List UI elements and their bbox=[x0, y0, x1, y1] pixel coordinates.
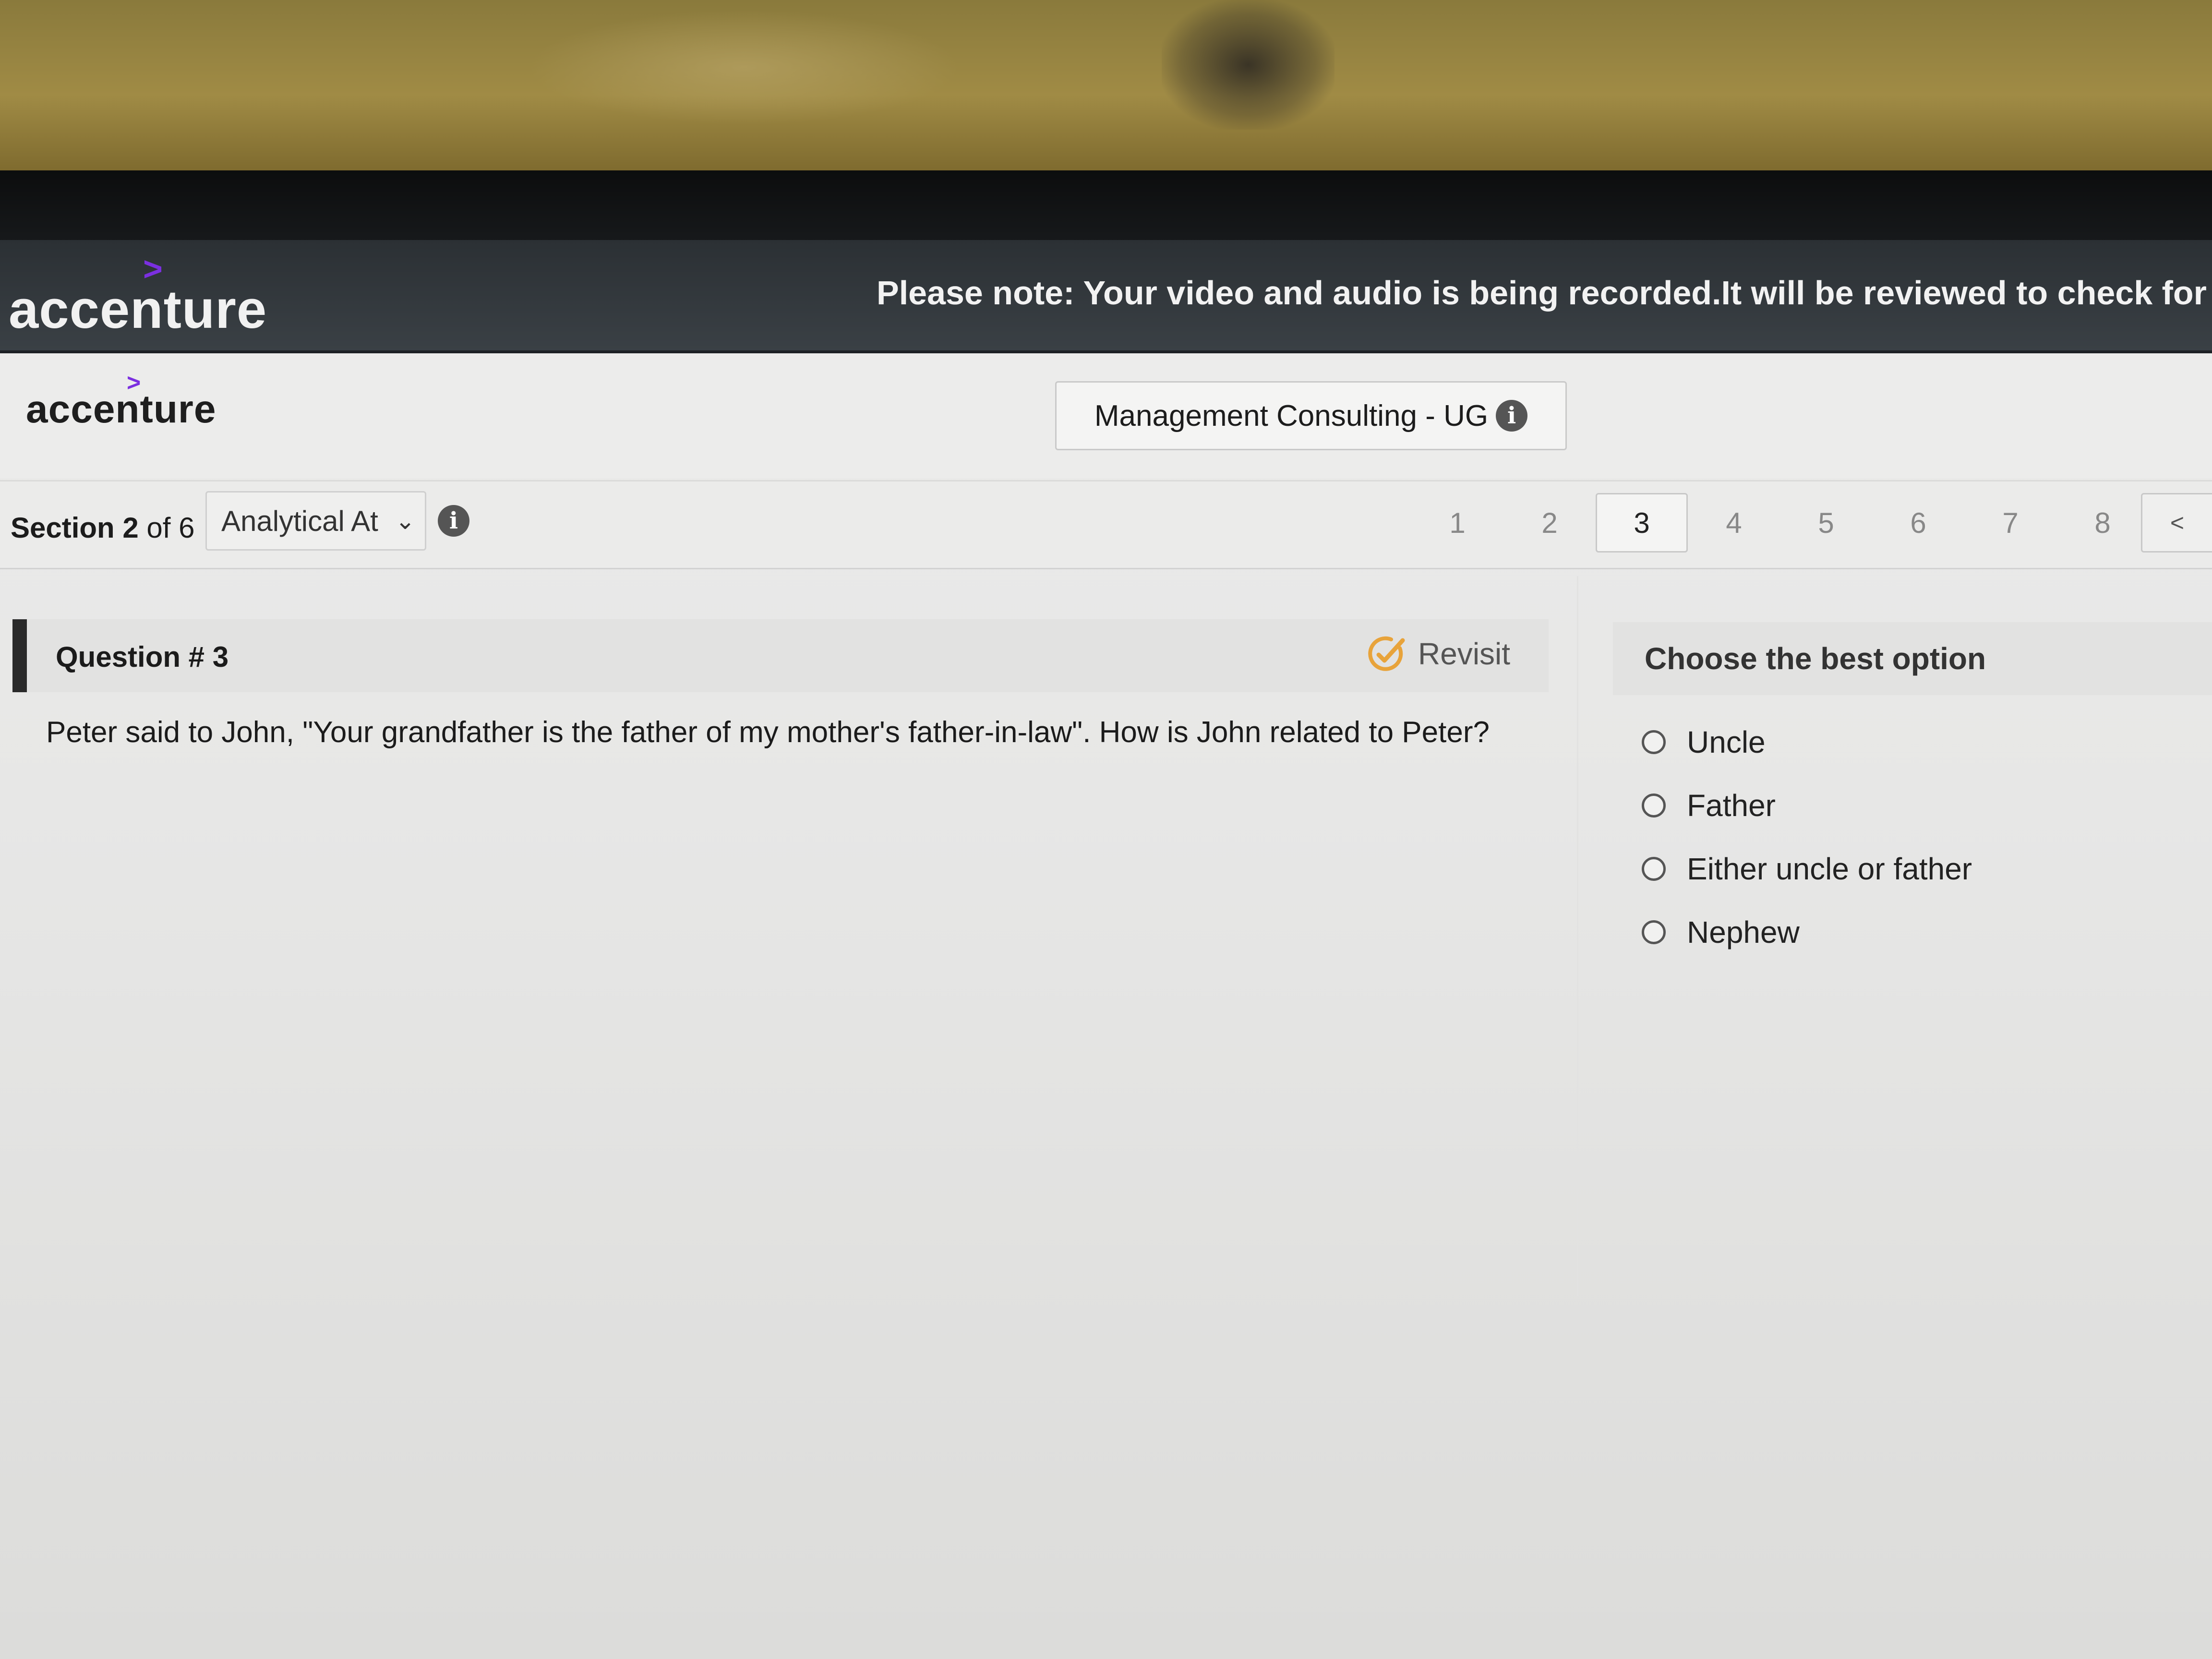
options-list: Uncle Father Either uncle or father Neph… bbox=[1642, 710, 1972, 964]
desk-shadow bbox=[1162, 0, 1334, 130]
section-nav-row: Section 2 of 6 Analytical At ⌄ 1 2 3 4 5… bbox=[0, 480, 2212, 569]
question-navigator: 1 2 3 4 5 6 7 8 bbox=[1411, 493, 2149, 553]
question-nav-3[interactable]: 3 bbox=[1596, 493, 1688, 553]
logo-chevron-icon: > bbox=[143, 250, 163, 288]
panel-divider bbox=[1577, 576, 1578, 1296]
option-label: Either uncle or father bbox=[1687, 852, 1972, 886]
recording-notice: Please note: Your video and audio is bei… bbox=[877, 274, 2212, 312]
section-label: Section 2 of 6 bbox=[11, 511, 195, 544]
section-dropdown[interactable]: Analytical At ⌄ bbox=[205, 491, 426, 551]
option-label: Father bbox=[1687, 788, 1776, 823]
section-total: of 6 bbox=[138, 512, 195, 544]
question-header: Question # 3 Revisit bbox=[12, 619, 1549, 692]
revisit-label: Revisit bbox=[1418, 637, 1511, 671]
question-nav-2[interactable]: 2 bbox=[1503, 493, 1596, 553]
question-nav-4[interactable]: 4 bbox=[1688, 493, 1780, 553]
section-number: Section 2 bbox=[11, 512, 139, 544]
desk-highlight bbox=[528, 10, 960, 125]
question-nav-5[interactable]: 5 bbox=[1780, 493, 1872, 553]
header-logo: > accenture bbox=[26, 369, 216, 432]
question-nav-1[interactable]: 1 bbox=[1411, 493, 1503, 553]
revisit-check-icon bbox=[1366, 634, 1407, 674]
monitor-bezel bbox=[0, 170, 2212, 242]
question-text: Peter said to John, "Your grandfather is… bbox=[46, 716, 1490, 749]
option-label: Uncle bbox=[1687, 725, 1766, 759]
info-icon[interactable]: i bbox=[1496, 400, 1528, 432]
logo-chevron-icon: > bbox=[127, 369, 142, 396]
option-either[interactable]: Either uncle or father bbox=[1642, 837, 1972, 901]
chevron-left-icon[interactable]: < bbox=[2141, 493, 2212, 553]
question-nav-8[interactable]: 8 bbox=[2056, 493, 2149, 553]
test-title: Management Consulting - UG bbox=[1094, 399, 1489, 433]
question-title: Question # 3 bbox=[56, 641, 229, 673]
test-title-box: Management Consulting - UG i bbox=[1055, 381, 1567, 450]
info-icon[interactable]: i bbox=[438, 505, 469, 537]
recording-banner: > accenture Please note: Your video and … bbox=[0, 240, 2212, 353]
section-dropdown-value: Analytical At bbox=[221, 505, 378, 537]
radio-button[interactable] bbox=[1642, 793, 1666, 817]
banner-brand-text: accenture bbox=[9, 279, 267, 339]
section-info: i bbox=[438, 505, 469, 537]
radio-button[interactable] bbox=[1642, 857, 1666, 881]
header-brand-text: accenture bbox=[26, 387, 216, 431]
option-label: Nephew bbox=[1687, 915, 1800, 950]
radio-button[interactable] bbox=[1642, 920, 1666, 944]
option-father[interactable]: Father bbox=[1642, 774, 1972, 837]
question-nav-6[interactable]: 6 bbox=[1872, 493, 1964, 553]
options-header-text: Choose the best option bbox=[1645, 641, 1986, 676]
option-uncle[interactable]: Uncle bbox=[1642, 710, 1972, 774]
desk-background bbox=[0, 0, 2212, 173]
banner-logo: > accenture bbox=[9, 250, 267, 340]
revisit-button[interactable]: Revisit bbox=[1366, 634, 1510, 674]
chevron-down-icon: ⌄ bbox=[395, 507, 415, 534]
question-nav-7[interactable]: 7 bbox=[1964, 493, 2056, 553]
screen: > accenture Please note: Your video and … bbox=[0, 240, 2212, 1659]
options-header: Choose the best option bbox=[1613, 622, 2212, 695]
option-nephew[interactable]: Nephew bbox=[1642, 901, 1972, 964]
radio-button[interactable] bbox=[1642, 730, 1666, 754]
